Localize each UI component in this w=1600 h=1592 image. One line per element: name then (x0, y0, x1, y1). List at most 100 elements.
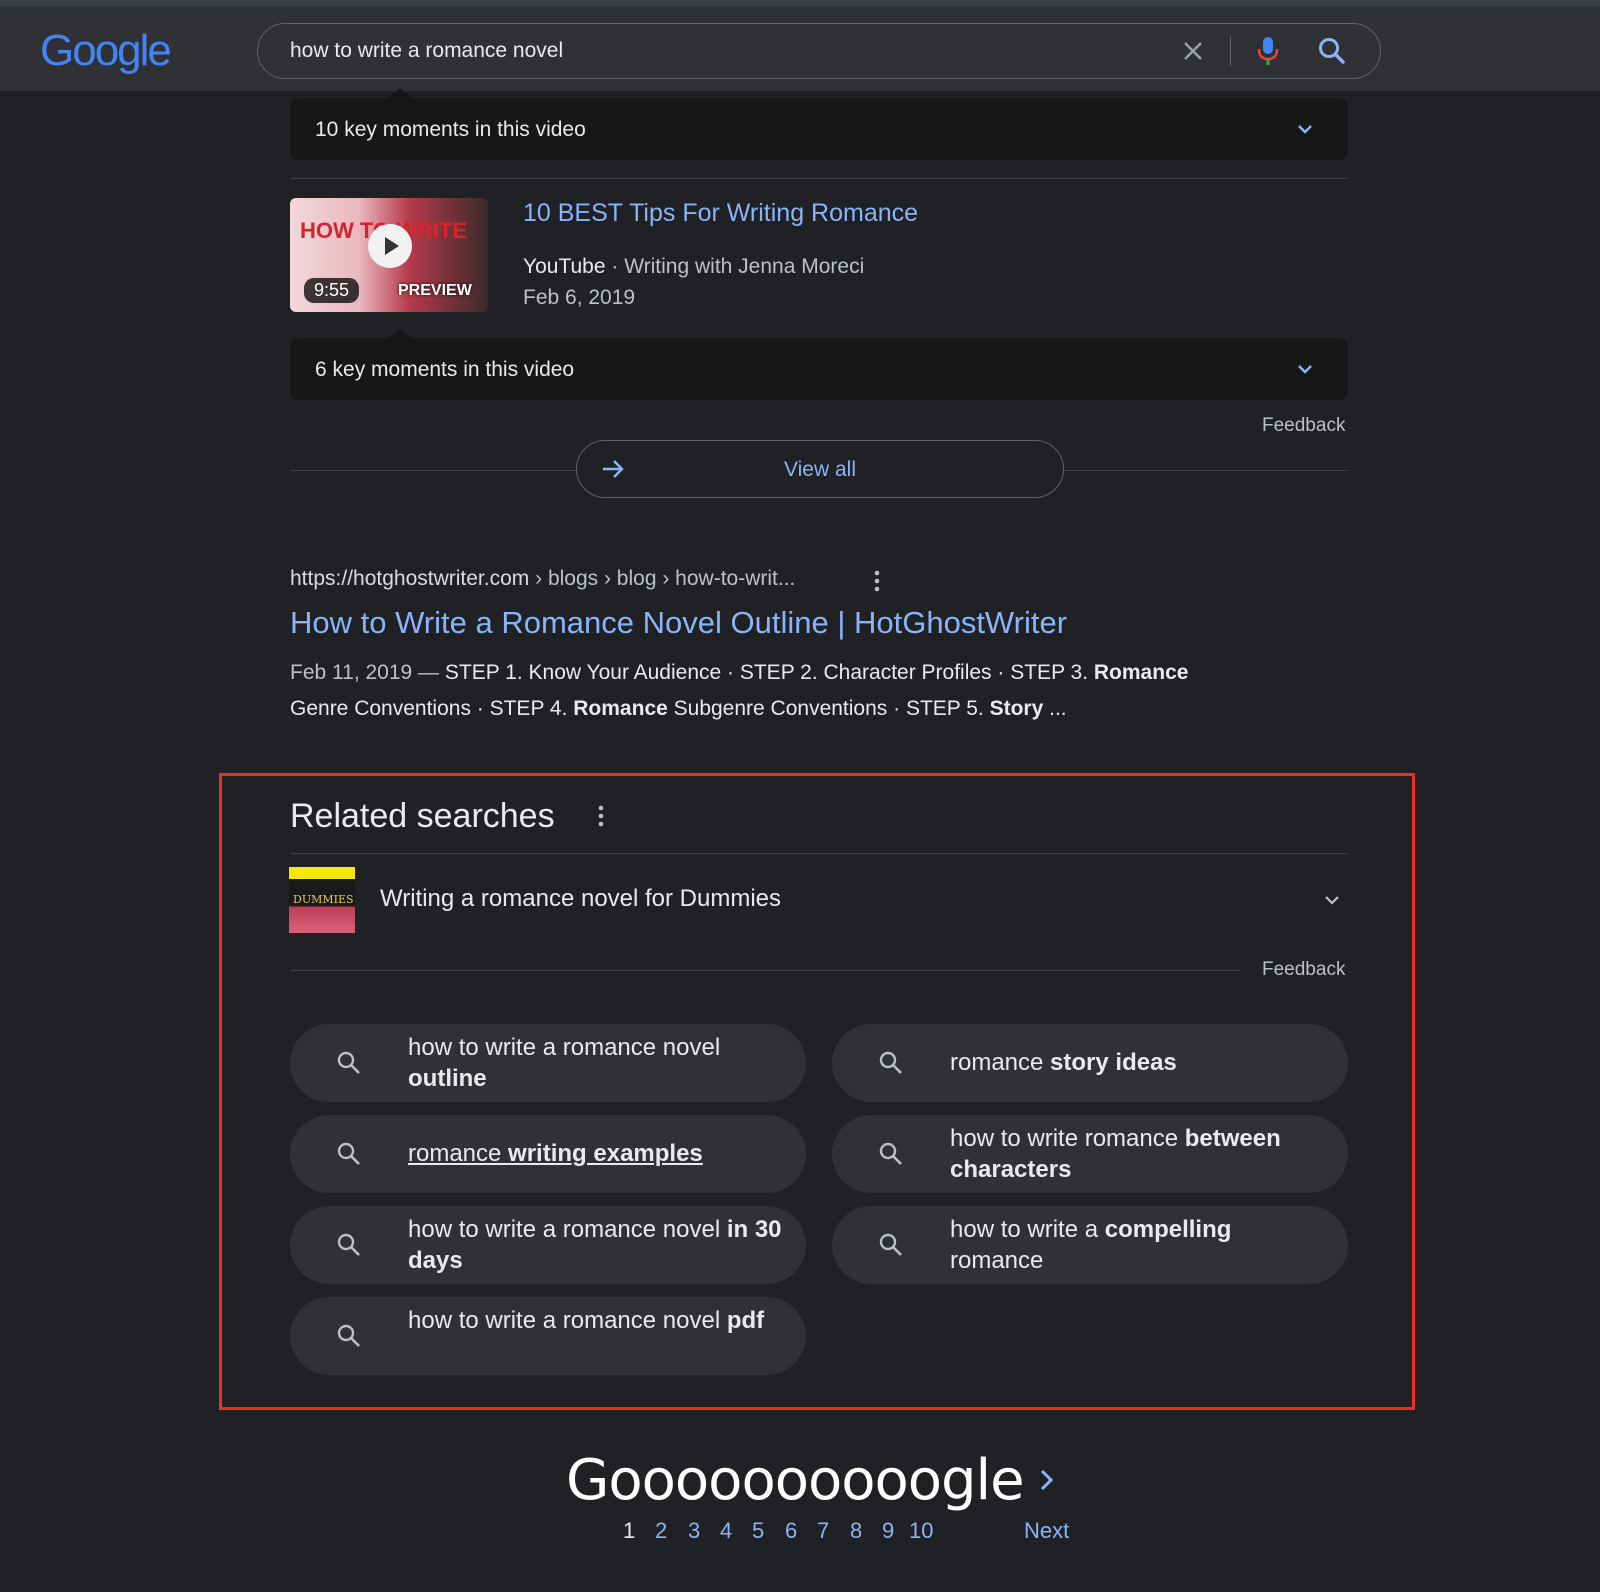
chip-label: how to write a romance novel pdf (408, 1305, 788, 1336)
related-entity-label[interactable]: Writing a romance novel for Dummies (380, 885, 781, 913)
chip-text: romance (408, 1140, 509, 1167)
chip-label: how to write a compelling romance (950, 1214, 1260, 1276)
preview-label: PREVIEW (398, 282, 472, 299)
key-moments-notch (388, 88, 412, 98)
related-search-chip[interactable]: how to write a romance novel pdf (290, 1297, 806, 1375)
chip-label: how to write a romance novel in 30 days (408, 1214, 788, 1276)
snippet-bold: Romance (1093, 661, 1189, 684)
logo-text: Google (40, 26, 172, 75)
feedback-link[interactable]: Feedback (1262, 415, 1345, 437)
page-link[interactable]: 6 (785, 1518, 797, 1544)
chip-text: romance (950, 1247, 1044, 1274)
related-search-chip[interactable]: how to write a compelling romance (832, 1206, 1348, 1284)
search-icon (879, 1233, 902, 1256)
related-search-chip[interactable]: how to write a romance novel in 30 days (290, 1206, 806, 1284)
key-moments-label: 6 key moments in this video (315, 358, 575, 381)
video-date: Feb 6, 2019 (523, 286, 636, 309)
related-search-chip[interactable]: how to write romance between characters (832, 1115, 1348, 1193)
page-link[interactable]: 10 (909, 1518, 933, 1544)
search-header: Google how to write a romance novel (0, 6, 1600, 91)
result-path: › blogs › blog › how-to-writ... (529, 567, 796, 590)
key-moments-notch (388, 328, 412, 338)
video-meta: YouTube · Writing with Jenna Moreci (523, 255, 864, 279)
search-icon (879, 1142, 902, 1165)
snippet-text: STEP 1. Know Your Audience · STEP 2. Cha… (444, 661, 1094, 684)
video-source: YouTube (523, 255, 606, 278)
chip-label: romance writing examples (408, 1138, 788, 1169)
page-link[interactable]: 9 (882, 1518, 894, 1544)
video-channel: Writing with Jenna Moreci (624, 255, 865, 278)
search-icon (337, 1051, 360, 1074)
play-icon[interactable] (368, 224, 412, 268)
snippet-text: Subgenre Conventions · STEP 5. (667, 697, 990, 720)
page-number-current: 1 (623, 1518, 636, 1543)
search-icon (337, 1324, 360, 1347)
search-box[interactable]: how to write a romance novel (257, 23, 1381, 79)
search-icon (337, 1142, 360, 1165)
chevron-down-icon (1298, 125, 1312, 134)
meta-separator: · (605, 255, 625, 278)
snippet-text: ... (1043, 697, 1067, 720)
result-snippet: Feb 11, 2019 — STEP 1. Know Your Audienc… (290, 655, 1370, 727)
result-title-link[interactable]: How to Write a Romance Novel Outline | H… (290, 605, 1067, 641)
divider (290, 178, 1348, 179)
book-cover-text: DUMMIES (293, 893, 354, 906)
chip-bold: compelling (1104, 1216, 1232, 1243)
result-url[interactable]: https://hotghostwriter.com › blogs › blo… (290, 567, 795, 591)
chip-bold: pdf (726, 1307, 765, 1334)
more-options-icon[interactable] (598, 804, 604, 828)
page-link[interactable]: 3 (688, 1518, 700, 1544)
video-duration: 9:55 (304, 278, 360, 303)
chip-bold: outline (408, 1065, 487, 1092)
page-link[interactable]: 8 (850, 1518, 862, 1544)
snippet-bold: Romance (573, 697, 668, 720)
chip-label: romance story ideas (950, 1047, 1330, 1078)
page-link[interactable]: 4 (720, 1518, 732, 1544)
key-moments-toggle[interactable]: 6 key moments in this video (290, 338, 1348, 400)
chip-text: how to write a (950, 1216, 1105, 1243)
video-thumbnail[interactable]: HOW TO WRITE 9:55 PREVIEW (290, 198, 488, 312)
microphone-icon[interactable] (1253, 35, 1283, 67)
snippet-bold: Story (989, 697, 1044, 720)
related-search-chip[interactable]: romance writing examples (290, 1115, 806, 1193)
chip-text: romance (950, 1049, 1051, 1076)
book-thumbnail[interactable]: DUMMIES (289, 867, 355, 933)
divider (290, 970, 1240, 971)
google-logo[interactable]: Google (40, 26, 172, 76)
key-moments-label: 10 key moments in this video (315, 118, 586, 141)
chevron-down-icon[interactable] (1321, 889, 1343, 911)
chip-text: how to write romance (950, 1125, 1185, 1152)
search-icon[interactable] (1316, 35, 1348, 67)
chevron-right-icon[interactable] (1036, 1465, 1058, 1495)
chip-text: how to write a romance novel (408, 1216, 727, 1243)
page-link[interactable]: 5 (752, 1518, 764, 1544)
chip-label: how to write romance between characters (950, 1123, 1320, 1185)
close-icon[interactable] (1178, 36, 1208, 66)
chip-text: how to write a romance novel (408, 1307, 727, 1334)
chip-text: how to write a romance novel (408, 1034, 721, 1061)
search-input[interactable]: how to write a romance novel (290, 39, 563, 63)
more-options-icon[interactable] (874, 569, 880, 593)
page-link[interactable]: 7 (817, 1518, 829, 1544)
result-site: https://hotghostwriter.com (290, 567, 530, 590)
search-icon (337, 1233, 360, 1256)
key-moments-toggle[interactable]: 10 key moments in this video (290, 98, 1348, 160)
chip-bold: story ideas (1050, 1049, 1177, 1076)
chip-bold: writing examples (508, 1140, 703, 1167)
chip-label: how to write a romance novel outline (408, 1032, 788, 1094)
related-search-chip[interactable]: romance story ideas (832, 1024, 1348, 1102)
page-link[interactable]: 2 (655, 1518, 667, 1544)
footer-logo: Goooooooooogle (566, 1448, 1025, 1513)
related-search-chip[interactable]: how to write a romance novel outline (290, 1024, 806, 1102)
search-divider (1230, 36, 1231, 66)
view-all-button[interactable]: View all (576, 440, 1064, 498)
next-page-link[interactable]: Next (1024, 1518, 1069, 1544)
search-icon (879, 1051, 902, 1074)
view-all-label: View all (784, 458, 856, 481)
video-title-link[interactable]: 10 BEST Tips For Writing Romance (523, 199, 918, 228)
chevron-down-icon (1298, 365, 1312, 374)
snippet-text: Genre Conventions · STEP 4. (290, 697, 574, 720)
related-searches-title: Related searches (290, 797, 555, 835)
snippet-date: Feb 11, 2019 — (290, 661, 445, 684)
feedback-link[interactable]: Feedback (1262, 959, 1345, 981)
